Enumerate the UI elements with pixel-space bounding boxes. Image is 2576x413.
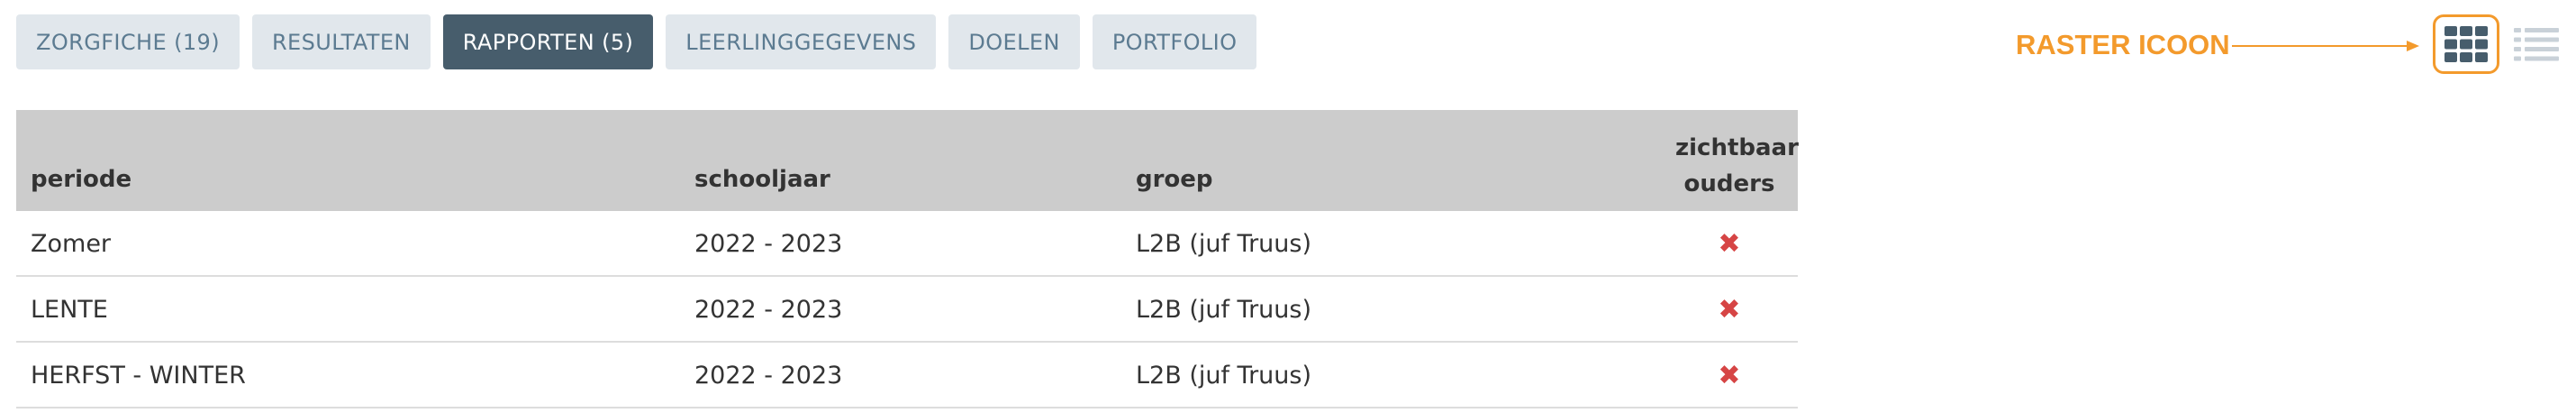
tab-resultaten[interactable]: RESULTATEN xyxy=(251,14,431,69)
cell-zichtbaar: ✖ xyxy=(1675,343,1783,408)
annotation-label: RASTER ICOON xyxy=(2016,29,2230,60)
table-row[interactable]: Zomer 2022 - 2023 L2B (juf Truus) ✖ xyxy=(16,211,1798,277)
annotation-arrow-line xyxy=(2232,45,2408,47)
not-visible-icon: ✖ xyxy=(1718,360,1741,391)
table-header: periode schooljaar groep zichtbaar ouder… xyxy=(16,110,1799,211)
cell-zichtbaar: ✖ xyxy=(1675,277,1783,343)
cell-schooljaar: 2022 - 2023 xyxy=(694,362,843,390)
cell-groep: L2B (juf Truus) xyxy=(1136,362,1312,390)
annotation-arrow-head xyxy=(2407,41,2419,51)
cell-zichtbaar: ✖ xyxy=(1675,211,1783,277)
cell-groep: L2B (juf Truus) xyxy=(1136,230,1312,258)
list-view-icon xyxy=(2514,28,2559,61)
tab-portfolio[interactable]: PORTFOLIO xyxy=(1092,14,1257,69)
cell-groep: L2B (juf Truus) xyxy=(1136,296,1312,324)
header-schooljaar[interactable]: schooljaar xyxy=(694,166,830,193)
tab-leerlinggegevens[interactable]: LEERLINGGEGEVENS xyxy=(666,14,937,69)
tab-zorgfiche[interactable]: ZORGFICHE (19) xyxy=(16,14,240,69)
not-visible-icon: ✖ xyxy=(1718,228,1741,260)
cell-periode: LENTE xyxy=(31,296,108,324)
cell-schooljaar: 2022 - 2023 xyxy=(694,296,843,324)
cell-schooljaar: 2022 - 2023 xyxy=(694,230,843,258)
header-groep[interactable]: groep xyxy=(1136,166,1213,193)
table-row[interactable]: HERFST - WINTER 2022 - 2023 L2B (juf Tru… xyxy=(16,343,1798,408)
list-view-button[interactable] xyxy=(2513,23,2560,65)
grid-view-button[interactable] xyxy=(2433,14,2499,74)
cell-periode: Zomer xyxy=(31,230,112,258)
grid-view-icon xyxy=(2444,26,2488,62)
header-zichtbaar-ouders[interactable]: zichtbaar ouders xyxy=(1675,130,1799,202)
cell-periode: HERFST - WINTER xyxy=(31,362,246,390)
header-zichtbaar-line1: zichtbaar xyxy=(1675,134,1799,161)
tab-rapporten[interactable]: RAPPORTEN (5) xyxy=(442,14,654,69)
not-visible-icon: ✖ xyxy=(1718,294,1741,326)
table-row[interactable]: LENTE 2022 - 2023 L2B (juf Truus) ✖ xyxy=(16,277,1798,343)
reports-table: periode schooljaar groep zichtbaar ouder… xyxy=(16,110,1799,408)
header-periode[interactable]: periode xyxy=(31,166,132,193)
tab-bar: ZORGFICHE (19) RESULTATEN RAPPORTEN (5) … xyxy=(16,14,1257,69)
tab-doelen[interactable]: DOELEN xyxy=(948,14,1080,69)
header-zichtbaar-line2: ouders xyxy=(1683,170,1775,197)
